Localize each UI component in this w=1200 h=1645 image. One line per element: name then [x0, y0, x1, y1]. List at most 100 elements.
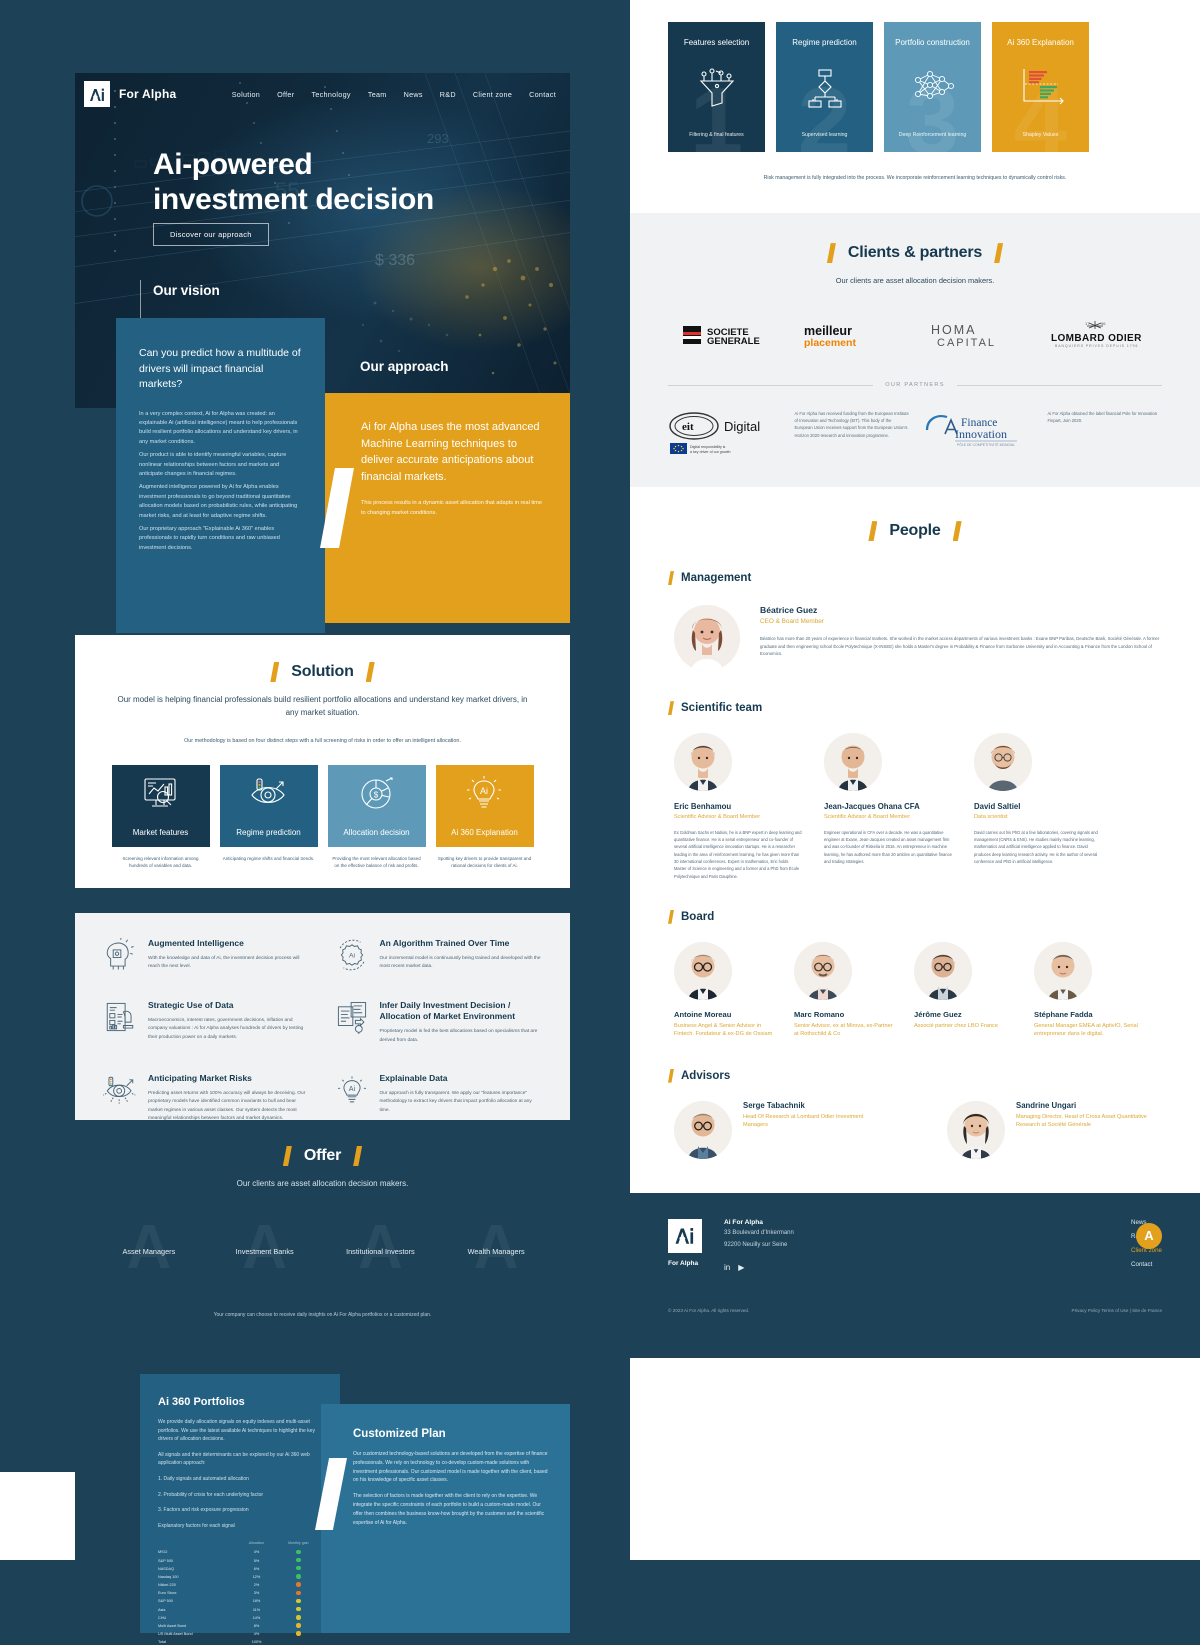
row-alloc: 11% [252, 1607, 261, 1612]
shapley-chart-icon [1018, 67, 1064, 114]
portfolios-body: We provide daily allocation signals on e… [158, 1418, 322, 1530]
step-card[interactable]: 3 Portfolio construction Deep Reinforcem… [884, 22, 981, 152]
our-vision-label: Our vision [153, 283, 220, 298]
row-name: Multi Asset Bond [158, 1623, 187, 1628]
approach-card: Ai for Alpha uses the most advanced Mach… [325, 393, 570, 623]
pie-dollar-icon: $ [328, 775, 426, 813]
footer-social-links: in ▶ [724, 1263, 794, 1272]
svg-text:Ai: Ai [348, 1084, 355, 1093]
avatar [674, 733, 732, 792]
offer-audience-item: A Institutional Investors [332, 1215, 428, 1289]
table-row: Nikkei 225 2% [158, 1581, 322, 1589]
solution-card[interactable]: $ Allocation decision Providing the most… [327, 765, 426, 870]
row-name: US Multi Asset Bond [158, 1632, 193, 1637]
row-dot [275, 1581, 322, 1589]
feature-text: An Algorithm Trained Over Time Our incre… [380, 938, 543, 972]
board-member: Antoine Moreau Business Angel & Senior A… [674, 941, 778, 1039]
row-name: Asia [158, 1607, 166, 1612]
step-caption: Supervised learning [801, 131, 848, 138]
solution-card[interactable]: Ai Ai 360 Explanation Spotting key drive… [435, 765, 534, 870]
main-navigation: Solution Offer Technology Team News R&D … [232, 90, 556, 99]
table-row: Total 100% [158, 1638, 322, 1645]
left-column: 293 $ 336 55 For Alpha Solution Offer Te… [0, 0, 630, 1644]
vision-paragraph: In a very complex context, Ai for Alpha … [139, 410, 298, 445]
linkedin-icon[interactable]: in [724, 1263, 730, 1272]
site-footer: For Alpha Ai For Alpha 33 Boulevard d'In… [630, 1192, 1200, 1358]
solution-card[interactable]: Regime prediction Anticipating regime sh… [219, 765, 318, 870]
row-alloc: 12% [252, 1574, 261, 1579]
row-dot [275, 1614, 322, 1622]
feature-desc: Proprietary model is fed the best alloca… [379, 1029, 538, 1043]
client-logos: SOCIETE GENERALE meilleur placement HOMA… [668, 318, 1162, 352]
clients-heading: Clients & partners [847, 244, 983, 262]
nav-item-client-zone[interactable]: Client zone [473, 90, 512, 99]
board-member: Stéphane Fadda General Manager EMEA at A… [1034, 941, 1138, 1039]
step-card[interactable]: 2 Regime prediction Supervised learning [776, 22, 873, 152]
person-bio: David carries out his PhD at a few labor… [974, 829, 1098, 864]
board-subheading: Board [668, 909, 1162, 924]
our-approach-label: Our approach [360, 359, 449, 374]
advisor: Sandrine Ungari Managing Director, Head … [947, 1100, 1162, 1159]
nav-item-solution[interactable]: Solution [232, 90, 260, 99]
eye-signal-icon [220, 775, 318, 813]
solution-card-box: $ Allocation decision [327, 765, 426, 848]
discover-approach-button[interactable]: Discover our approach [153, 223, 269, 246]
svg-text:Innovation: Innovation [955, 427, 1007, 441]
ai-logo-icon[interactable] [668, 1218, 702, 1253]
step-card[interactable]: 4 Ai 360 Explanation Shapley Values [992, 22, 1089, 152]
solution-subtitle: Our model is helping financial professio… [117, 695, 528, 717]
monitor-chart-icon [112, 775, 210, 813]
table-row: Nasdaq 100 12% [158, 1573, 322, 1581]
step-caption: Filtering & final features [689, 131, 744, 138]
table-header-row: Allocation Monthly gain [158, 1541, 322, 1548]
row-alloc: 2% [253, 1583, 260, 1588]
homa-capital-logo: HOMA CAPITAL [920, 318, 1030, 352]
person-role: Scientific Advisor & Board Member [824, 814, 911, 821]
offer-audience-label: Wealth Managers [467, 1246, 525, 1256]
slash-left-icon [826, 243, 836, 264]
nav-item-team[interactable]: Team [368, 90, 387, 99]
ai-logo-icon[interactable] [84, 81, 110, 107]
customized-plan-body: Our customized technology-based solution… [353, 1450, 548, 1527]
solution-cards: Market features Screening relevant infor… [75, 765, 570, 870]
solution-card-caption: Anticipating regime shifts and financial… [222, 856, 315, 862]
step-card[interactable]: 1 Features selection Filtering & final f… [668, 22, 765, 152]
funnel-nodes-icon [695, 68, 739, 113]
step-title: Ai 360 Explanation [1007, 38, 1074, 47]
row-alloc: 4% [253, 1632, 260, 1637]
societe-generale-logo: SOCIETE GENERALE [680, 318, 790, 352]
vision-paragraph: Our product is able to identify meaningf… [139, 452, 287, 477]
divider-line [668, 384, 874, 386]
nav-item-technology[interactable]: Technology [311, 90, 350, 99]
scroll-top-badge[interactable]: A [1136, 1222, 1162, 1249]
row-alloc: 6% [253, 1566, 260, 1571]
management-subheading: Management [668, 571, 1162, 586]
solution-card[interactable]: Market features Screening relevant infor… [111, 765, 210, 870]
footer-legal-links[interactable]: Privacy Policy Terms of Use | Site de Fr… [1072, 1308, 1162, 1313]
svg-text:a key driver of our growth: a key driver of our growth [690, 450, 731, 454]
footer-logo-caption: For Alpha [668, 1259, 699, 1267]
offer-heading: Offer [303, 1147, 342, 1164]
person-name: Jean-Jacques Ohana CFA [824, 802, 920, 812]
svg-text:meilleur: meilleur [804, 324, 852, 338]
row-dot [275, 1638, 322, 1645]
decision-tree-icon [803, 68, 847, 113]
feature-text: Anticipating Market Risks Predicting ass… [148, 1073, 311, 1123]
ai-logo-glyph [89, 88, 104, 101]
youtube-icon[interactable]: ▶ [738, 1263, 744, 1272]
footer-link-contact[interactable]: Contact [1131, 1261, 1162, 1268]
nav-item-rd[interactable]: R&D [440, 90, 456, 99]
avatar [914, 941, 972, 1000]
nav-item-news[interactable]: News [404, 90, 423, 99]
nav-item-offer[interactable]: Offer [277, 90, 294, 99]
svg-text:Ai: Ai [479, 786, 487, 796]
person-role: Senior Advisor, ex at Mirova, ex-Partner… [794, 1022, 893, 1038]
avatar [824, 733, 882, 792]
solution-card-title: Market features [132, 827, 189, 837]
nav-item-contact[interactable]: Contact [529, 90, 556, 99]
svg-text:placement: placement [804, 337, 856, 348]
advisor-text: Serge Tabachnik Head Of Research at Lomb… [743, 1101, 889, 1159]
team-member: Eric Benhamou Scientific Advisor & Board… [674, 733, 802, 880]
feature-text: Augmented Intelligence With the knowledg… [148, 938, 311, 972]
feature-item: Augmented Intelligence With the knowledg… [103, 938, 311, 972]
